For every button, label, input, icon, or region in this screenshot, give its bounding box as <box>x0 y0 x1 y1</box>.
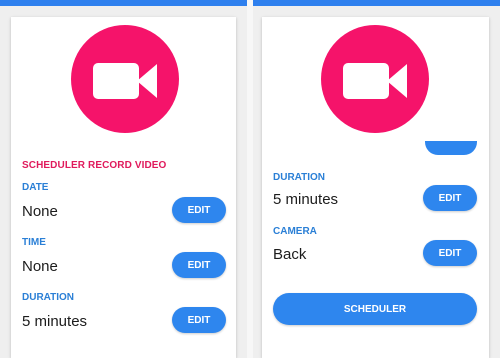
scheduler-card-scrolled: DURATION 5 minutes EDIT CAMERA Back EDIT… <box>262 17 489 358</box>
video-camera-fab <box>71 25 179 133</box>
duration-label: DURATION <box>273 172 326 183</box>
duration-value: 5 minutes <box>273 191 339 208</box>
time-value: None <box>22 258 58 275</box>
scheduler-card: SCHEDULER RECORD VIDEO DATE None EDIT TI… <box>11 17 236 358</box>
video-camera-fab <box>321 25 429 133</box>
edit-camera-button[interactable]: EDIT <box>423 240 477 266</box>
date-value: None <box>22 203 58 220</box>
time-label: TIME <box>22 237 46 248</box>
edit-duration-button[interactable]: EDIT <box>423 185 477 211</box>
edit-time-button[interactable]: EDIT <box>172 252 226 278</box>
camera-body-shape <box>343 63 389 99</box>
scheduler-button[interactable]: SCHEDULER <box>273 293 477 325</box>
left-screen: SCHEDULER RECORD VIDEO DATE None EDIT TI… <box>0 0 247 358</box>
duration-label: DURATION <box>22 292 75 303</box>
camera-value: Back <box>273 246 307 263</box>
camera-label: CAMERA <box>273 226 317 237</box>
screenshot-stage: SCHEDULER RECORD VIDEO DATE None EDIT TI… <box>0 0 500 358</box>
right-screen: DURATION 5 minutes EDIT CAMERA Back EDIT… <box>253 0 500 358</box>
camera-lens-shape <box>387 64 407 98</box>
date-label: DATE <box>22 182 49 193</box>
edit-date-button[interactable]: EDIT <box>172 197 226 223</box>
section-title: SCHEDULER RECORD VIDEO <box>22 160 167 171</box>
camera-body-shape <box>93 63 139 99</box>
edit-duration-button[interactable]: EDIT <box>172 307 226 333</box>
duration-value: 5 minutes <box>22 313 88 330</box>
partially-hidden-edit-button[interactable] <box>425 141 477 155</box>
camera-lens-shape <box>137 64 157 98</box>
